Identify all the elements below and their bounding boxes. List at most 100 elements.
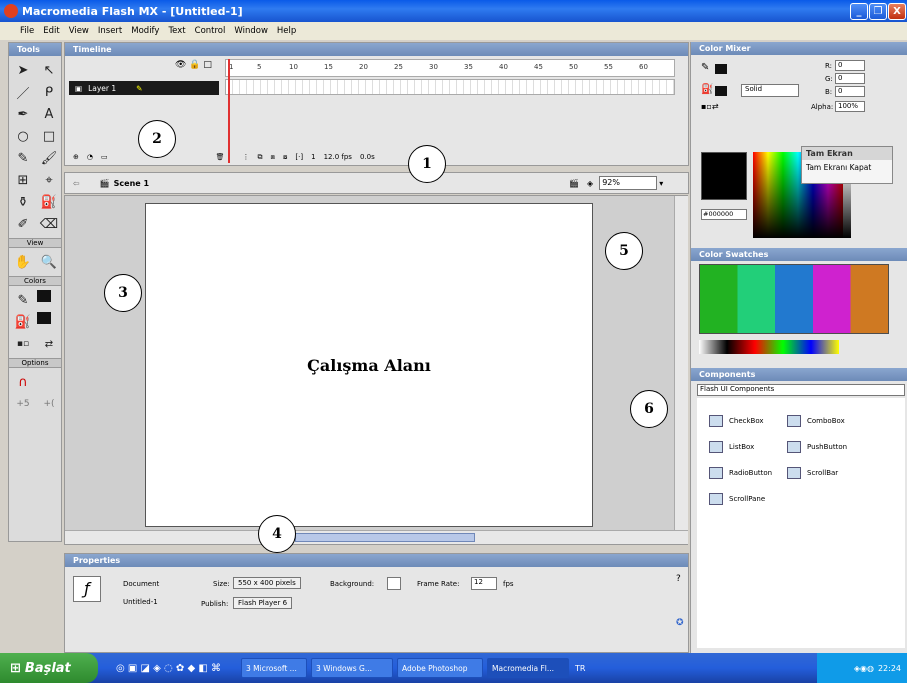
swatch-grid[interactable] (699, 264, 889, 334)
accessibility-icon[interactable]: ✪ (676, 618, 684, 628)
background-color-swatch[interactable] (387, 577, 401, 590)
taskbar-item-explorer[interactable]: 3 Windows G... (311, 658, 393, 678)
paint-bucket-tool-icon[interactable]: ⛽ (37, 192, 61, 212)
scrollpane-component[interactable]: ScrollPane (709, 488, 765, 510)
onion-skin-icon[interactable]: ⧉ (258, 153, 263, 162)
menu-insert[interactable]: Insert (98, 26, 122, 36)
stroke-color-icon[interactable]: ✎ (11, 290, 35, 310)
edit-scene-icon[interactable]: 🎬 (569, 179, 579, 188)
onion-outline-icon[interactable]: ⧈ (271, 153, 275, 162)
stage-horizontal-scrollbar[interactable] (65, 530, 688, 544)
eraser-tool-icon[interactable]: ⌫ (37, 214, 61, 234)
gradient-swatches[interactable] (699, 340, 839, 354)
publish-button[interactable]: Flash Player 6 (233, 597, 293, 609)
ink-bottle-tool-icon[interactable]: ⚱ (11, 192, 35, 212)
tools-panel-header[interactable]: Tools (9, 43, 61, 56)
taskbar-item-photoshop[interactable]: Adobe Photoshop (397, 658, 483, 678)
menu-edit[interactable]: Edit (43, 26, 59, 36)
default-colors-icon[interactable]: ▪▫ (11, 334, 35, 354)
stroke-color-swatch[interactable] (37, 290, 51, 302)
fullscreen-popup-title[interactable]: Tam Ekran (802, 147, 892, 160)
b-input[interactable]: 0 (835, 86, 865, 97)
straighten-option-icon[interactable]: +( (37, 394, 61, 414)
size-button[interactable]: 550 x 400 pixels (233, 577, 301, 589)
oval-tool-icon[interactable]: ○ (11, 126, 35, 146)
stage-vertical-scrollbar[interactable] (674, 196, 688, 530)
snap-magnet-icon[interactable]: ∩ (11, 372, 35, 392)
edit-multiple-icon[interactable]: ⧇ (283, 153, 287, 162)
eyedropper-tool-icon[interactable]: ✐ (11, 214, 35, 234)
alpha-input[interactable]: 100% (835, 101, 865, 112)
fill-transform-tool-icon[interactable]: ⌖ (37, 170, 61, 190)
help-icon[interactable]: ? (676, 574, 681, 584)
taskbar-item-word[interactable]: 3 Microsoft ... (241, 658, 307, 678)
delete-layer-icon[interactable]: 🗑 (216, 153, 225, 161)
menu-text[interactable]: Text (168, 26, 185, 36)
fill-type-select[interactable]: Solid (741, 84, 799, 97)
properties-panel-header[interactable]: Properties (65, 554, 688, 567)
menu-help[interactable]: Help (277, 26, 296, 36)
mixer-stroke-swatch[interactable] (715, 64, 727, 74)
arrow-tool-icon[interactable]: ➤ (11, 60, 35, 80)
frame-rate-input[interactable]: 12 (471, 577, 497, 590)
line-tool-icon[interactable]: ／ (11, 82, 35, 102)
eye-icon[interactable]: 👁 (175, 60, 186, 70)
zoom-tool-icon[interactable]: 🔍 (37, 252, 61, 272)
fill-color-icon[interactable]: ⛽ (11, 312, 35, 332)
outline-icon[interactable]: □ (203, 60, 212, 70)
hex-input[interactable]: #000000 (701, 209, 747, 220)
back-arrow-icon[interactable]: ⇦ (73, 179, 80, 188)
smooth-option-icon[interactable]: +5 (11, 394, 35, 414)
pushbutton-component[interactable]: PushButton (787, 436, 847, 458)
checkbox-component[interactable]: CheckBox (709, 410, 764, 432)
scrollbar-component[interactable]: ScrollBar (787, 462, 838, 484)
layer-row[interactable]: ▣ Layer 1 ✎ (69, 81, 219, 95)
brush-tool-icon[interactable]: 🖌 (37, 148, 61, 168)
menu-file[interactable]: File (20, 26, 34, 36)
close-button[interactable]: X (888, 3, 906, 20)
color-mixer-header[interactable]: Color Mixer (691, 42, 907, 55)
rectangle-tool-icon[interactable]: □ (37, 126, 61, 146)
menu-modify[interactable]: Modify (131, 26, 159, 36)
playhead[interactable] (228, 59, 230, 163)
free-transform-tool-icon[interactable]: ⊞ (11, 170, 35, 190)
lasso-tool-icon[interactable]: ᑭ (37, 82, 61, 102)
radiobutton-component[interactable]: RadioButton (709, 462, 772, 484)
frame-ruler[interactable]: 1 5 10 15 20 25 30 35 40 45 50 55 60 (225, 59, 675, 77)
pencil-tool-icon[interactable]: ✎ (11, 148, 35, 168)
add-guide-icon[interactable]: ◔ (87, 153, 93, 161)
quicklaunch-icons[interactable]: ◎ ▣ ◪ ◈ ◌ ✿ ◆ ◧ ⌘ (116, 663, 221, 674)
swap-colors-icon[interactable]: ⇄ (37, 334, 61, 354)
start-button[interactable]: ⊞ Başlat (0, 653, 98, 683)
lock-icon[interactable]: 🔒 (189, 60, 200, 70)
fill-bucket-icon[interactable]: ⛽ (701, 84, 713, 95)
listbox-component[interactable]: ListBox (709, 436, 754, 458)
stage-canvas[interactable]: Çalışma Alanı (145, 203, 593, 527)
timeline-panel-header[interactable]: Timeline (65, 43, 688, 56)
language-indicator[interactable]: TR (575, 664, 585, 673)
swap-colors-icon[interactable]: ▪▫⇄ (701, 102, 719, 111)
r-input[interactable]: 0 (835, 60, 865, 71)
color-swatches-header[interactable]: Color Swatches (691, 248, 907, 261)
center-frame-icon[interactable]: ⋮ (243, 153, 250, 161)
add-layer-icon[interactable]: ⊕ (73, 153, 79, 161)
components-set-select[interactable]: Flash UI Components (697, 384, 905, 396)
scene-name[interactable]: Scene 1 (114, 179, 149, 188)
add-folder-icon[interactable]: ▭ (101, 153, 108, 161)
zoom-dropdown-icon[interactable]: ▾ (659, 179, 663, 188)
pen-tool-icon[interactable]: ✒ (11, 104, 35, 124)
frame-cells[interactable] (225, 79, 675, 95)
tray-icons[interactable]: ◈◉◍ (854, 664, 874, 673)
menu-control[interactable]: Control (195, 26, 226, 36)
combobox-component[interactable]: ComboBox (787, 410, 845, 432)
menu-window[interactable]: Window (234, 26, 268, 36)
fullscreen-close-item[interactable]: Tam Ekranı Kapat (802, 160, 892, 175)
menu-view[interactable]: View (69, 26, 89, 36)
zoom-field[interactable]: 92% (599, 176, 658, 190)
subselect-tool-icon[interactable]: ↖ (37, 60, 61, 80)
onion-markers-icon[interactable]: [·] (295, 153, 303, 161)
maximize-button[interactable]: ❐ (869, 3, 887, 20)
components-header[interactable]: Components (691, 368, 907, 381)
mixer-fill-swatch[interactable] (715, 86, 727, 96)
minimize-button[interactable]: _ (850, 3, 868, 20)
